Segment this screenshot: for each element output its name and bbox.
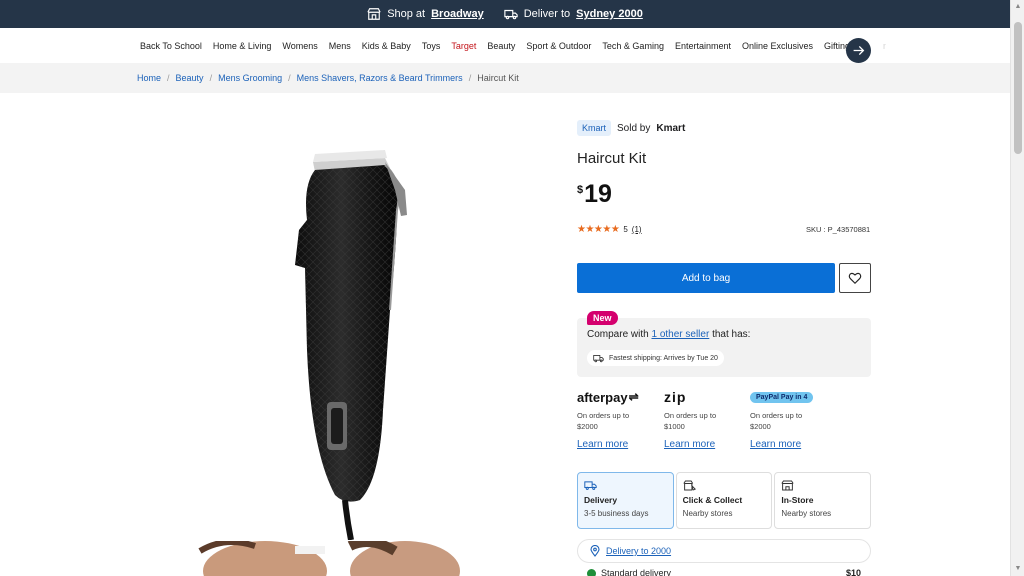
standard-delivery-price: $10: [845, 568, 861, 576]
breadcrumb-separator: /: [167, 73, 170, 83]
star-rating-icon: ★★★★★: [577, 224, 620, 235]
nav-item-entertainment[interactable]: Entertainment: [675, 41, 731, 51]
add-to-bag-button[interactable]: Add to bag: [577, 263, 835, 293]
arrow-right-icon: [853, 45, 865, 56]
top-bar: Shop at Broadway Deliver to Sydney 2000: [0, 0, 1010, 28]
delivery-option-title: Delivery: [584, 495, 618, 505]
price-value: 19: [584, 180, 612, 208]
afterpay-learn-more-link[interactable]: Learn more: [577, 439, 657, 450]
nav-item-tech-gaming[interactable]: Tech & Gaming: [602, 41, 664, 51]
breadcrumb-separator: /: [288, 73, 291, 83]
paypal-terms: On orders up to $2000: [750, 411, 803, 431]
nav-item-kids-baby[interactable]: Kids & Baby: [362, 41, 411, 51]
breadcrumb-separator: /: [209, 73, 213, 83]
review-count[interactable]: (1): [632, 225, 642, 234]
breadcrumb-current: Haircut Kit: [477, 73, 519, 83]
brand-badge[interactable]: Kmart: [577, 120, 612, 136]
delivery-option[interactable]: Delivery 3-5 business days: [577, 472, 674, 529]
paypal-option: PayPal Pay in 4 On orders up to $2000 Lea…: [750, 388, 830, 450]
truck-icon: [503, 9, 518, 20]
wishlist-button[interactable]: [839, 263, 871, 293]
nav-item-womens[interactable]: Womens: [282, 41, 317, 51]
scrollbar-thumb[interactable]: [1014, 22, 1022, 154]
click-collect-title: Click & Collect: [682, 495, 743, 505]
rating[interactable]: ★★★★★ 5 (1): [577, 224, 642, 235]
other-seller-link[interactable]: 1 other seller: [651, 329, 709, 340]
breadcrumb-separator: /: [468, 73, 472, 83]
check-icon: [587, 569, 596, 576]
nav-item-sport-outdoor[interactable]: Sport & Outdoor: [526, 41, 591, 51]
shipping-text: Fastest shipping: Arrives by Tue 20: [609, 354, 718, 362]
shop-at-store-name[interactable]: Broadway: [431, 8, 484, 20]
product-thumbnails[interactable]: [195, 541, 495, 576]
currency-symbol: $: [577, 184, 584, 196]
store-icon: [367, 8, 381, 20]
product-image-clipper[interactable]: [285, 150, 420, 540]
deliver-location[interactable]: Sydney 2000: [576, 8, 643, 20]
zip-learn-more-link[interactable]: Learn more: [664, 439, 744, 450]
delivery-to-link[interactable]: Delivery to 2000: [606, 546, 671, 556]
afterpay-logo: afterpay ⇌: [577, 389, 639, 405]
heart-icon: [848, 272, 862, 285]
nav-item-home-living[interactable]: Home & Living: [213, 41, 272, 51]
scroll-up-icon[interactable]: ▲: [1014, 3, 1022, 11]
sold-by-label: Sold by: [617, 122, 651, 134]
product-title: Haircut Kit: [577, 150, 647, 167]
in-store-option[interactable]: In-Store Nearby stores: [774, 472, 872, 529]
paypal-logo: PayPal Pay in 4: [750, 388, 830, 406]
vertical-scrollbar[interactable]: ▲ ▼: [1010, 0, 1024, 576]
truck-icon: [584, 481, 597, 490]
click-collect-icon: [683, 480, 696, 491]
breadcrumb-beauty[interactable]: Beauty: [176, 73, 204, 83]
fastest-shipping-chip: Fastest shipping: Arrives by Tue 20: [587, 350, 724, 366]
compare-sellers-panel: [577, 318, 871, 377]
page: Shop at Broadway Deliver to Sydney 2000 …: [0, 0, 1024, 576]
product-price: $19: [577, 180, 612, 209]
shop-at-label: Shop at: [387, 8, 426, 20]
new-badge: New: [587, 311, 618, 325]
breadcrumb-home[interactable]: Home: [137, 73, 161, 83]
compare-suffix: that has:: [712, 329, 751, 340]
afterpay-terms: On orders up to $2000: [577, 411, 630, 431]
breadcrumb: Home / Beauty / Mens Grooming / Mens Sha…: [0, 63, 1010, 93]
scroll-down-icon[interactable]: ▼: [1014, 565, 1022, 573]
nav-item-toys[interactable]: Toys: [422, 41, 441, 51]
shop-at-store[interactable]: Shop at Broadway: [367, 7, 484, 21]
click-collect-sub: Nearby stores: [682, 509, 733, 518]
delivery-location-selector[interactable]: Delivery to 2000: [577, 539, 871, 563]
in-store-sub: Nearby stores: [781, 509, 832, 518]
sku: SKU : P_43570881: [806, 225, 871, 234]
paypal-learn-more-link[interactable]: Learn more: [750, 439, 830, 450]
deliver-to[interactable]: Deliver to Sydney 2000: [503, 7, 643, 21]
compare-text: Compare with 1 other seller that has:: [587, 329, 750, 340]
zip-option: zip On orders up to $1000 Learn more: [664, 388, 744, 450]
truck-icon: [593, 354, 604, 362]
seller-info: Kmart Sold by Kmart: [577, 120, 871, 136]
nav-item-mens[interactable]: Mens: [329, 41, 351, 51]
sold-by-name: Kmart: [656, 122, 686, 134]
in-store-title: In-Store: [781, 495, 814, 505]
nav-item-online-exclusives[interactable]: Online Exclusives: [742, 41, 813, 51]
afterpay-option: afterpay ⇌ On orders up to $2000 Learn mor…: [577, 388, 657, 451]
zip-terms: On orders up to $1000: [664, 411, 717, 431]
compare-prefix: Compare with: [587, 329, 649, 340]
standard-delivery-row: Standard delivery $10: [587, 568, 861, 576]
standard-delivery-label: Standard delivery: [601, 568, 672, 576]
nav-item-target[interactable]: Target: [451, 41, 476, 51]
nav-item-back-to-school[interactable]: Back To School: [140, 41, 202, 51]
store-icon: [781, 480, 794, 491]
breadcrumb-mens-grooming[interactable]: Mens Grooming: [218, 73, 282, 83]
location-pin-icon: [590, 545, 600, 557]
rating-value: 5: [623, 225, 628, 234]
deliver-to-label: Deliver to: [523, 8, 571, 20]
click-collect-option[interactable]: Click & Collect Nearby stores: [675, 472, 773, 529]
delivery-option-sub: 3-5 business days: [584, 509, 649, 518]
breadcrumb-shavers[interactable]: Mens Shavers, Razors & Beard Trimmers: [297, 73, 463, 83]
nav-next-button[interactable]: [846, 38, 871, 63]
fulfilment-options: Delivery 3-5 business days Click & Colle…: [577, 472, 872, 529]
nav-item-beauty[interactable]: Beauty: [487, 41, 515, 51]
zip-logo: zip: [664, 389, 687, 405]
